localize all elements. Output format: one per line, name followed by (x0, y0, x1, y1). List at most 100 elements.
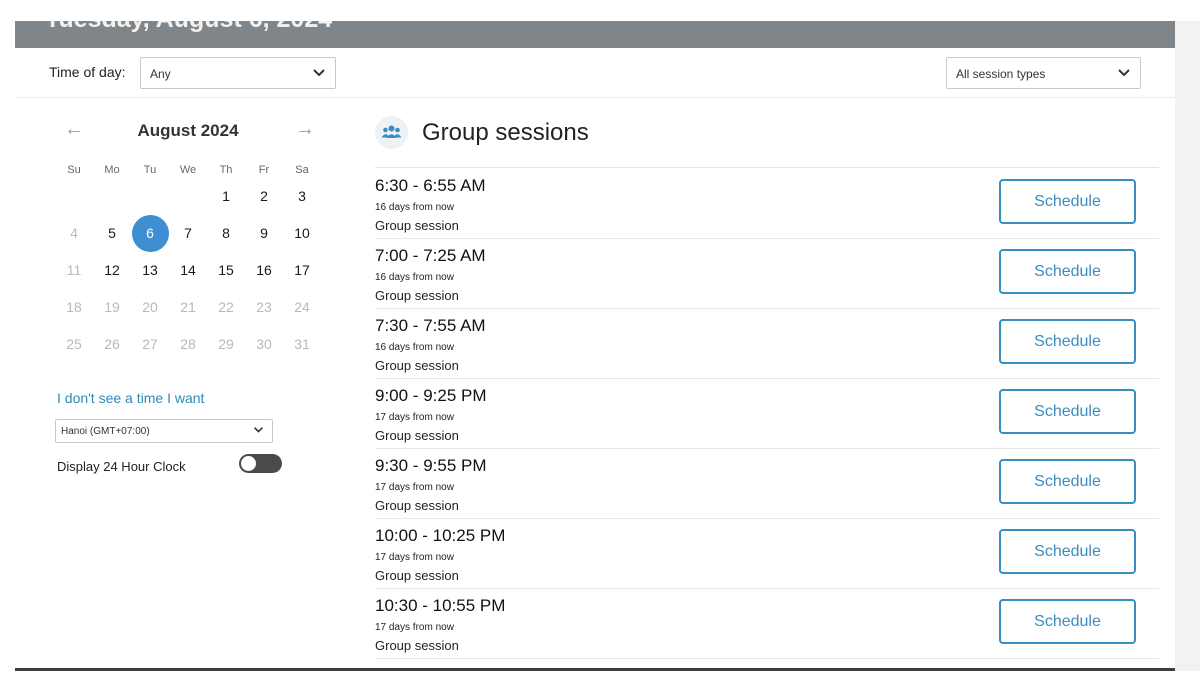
calendar-day[interactable]: 16 (245, 252, 283, 289)
slot-time: 9:00 - 9:25 PM (375, 386, 487, 405)
time-of-day-label: Time of day: (49, 64, 126, 80)
calendar-day[interactable]: 1 (207, 178, 245, 215)
calendar-day: 23 (256, 299, 272, 315)
sessions-header: Group sessions (375, 116, 1159, 168)
slot-time: 7:00 - 7:25 AM (375, 246, 486, 265)
slot-session-type: Group session (375, 568, 459, 583)
toggle-knob (241, 456, 256, 471)
slot-relative-date: 16 days from now (375, 202, 454, 213)
calendar-day[interactable]: 17 (283, 252, 321, 289)
schedule-button[interactable]: Schedule (999, 179, 1136, 224)
time-of-day-value: Any (150, 67, 171, 81)
calendar-day[interactable]: 15 (207, 252, 245, 289)
calendar-day[interactable]: 13 (131, 252, 169, 289)
arrow-right-icon[interactable]: → (295, 118, 315, 141)
bottom-gap (0, 671, 1200, 682)
calendar-day[interactable]: 8 (207, 215, 245, 252)
calendar-day[interactable]: 10 (283, 215, 321, 252)
slot-session-type: Group session (375, 638, 459, 653)
calendar-day[interactable]: 12 (93, 252, 131, 289)
chevron-down-icon (313, 69, 325, 77)
slot-relative-date: 16 days from now (375, 272, 454, 283)
slot-session-type: Group session (375, 358, 459, 373)
calendar-day[interactable]: 9 (245, 215, 283, 252)
calendar-day: 22 (218, 299, 234, 315)
slot-session-type: Group session (375, 288, 459, 303)
date-header-title: Tuesday, August 6, 2024 (45, 21, 332, 34)
calendar: ← August 2024 → Su Mo Tu We Th Fr Sa 1 2 3 4 5 6 7 8 9 1… (50, 116, 320, 352)
calendar-day: 20 (142, 299, 158, 315)
no-time-link[interactable]: I don't see a time I want (57, 390, 204, 406)
calendar-day: 28 (180, 336, 196, 352)
slot-relative-date: 17 days from now (375, 482, 454, 493)
calendar-header: ← August 2024 → (50, 116, 320, 146)
date-header: Tuesday, August 6, 2024 (15, 21, 1175, 48)
slot-relative-date: 17 days from now (375, 622, 454, 633)
weekday-label: Su (67, 164, 81, 176)
session-slot: 9:00 - 9:25 PM 17 days from now Group sess… (375, 379, 1159, 449)
weekday-label: Tu (143, 164, 157, 176)
calendar-day: 31 (294, 336, 310, 352)
booking-panel: Time of day: Any All session types ← Aug… (15, 48, 1175, 668)
calendar-day: 25 (66, 336, 82, 352)
session-slot: 10:00 - 10:25 PM 17 days from now Group se… (375, 519, 1159, 589)
slot-time: 9:30 - 9:55 PM (375, 456, 487, 475)
slot-time: 10:30 - 10:55 PM (375, 596, 506, 615)
sessions-title: Group sessions (422, 119, 589, 146)
chevron-down-icon (254, 427, 263, 433)
calendar-day: 18 (66, 299, 82, 315)
filter-bar: Time of day: Any All session types (15, 48, 1175, 98)
calendar-day: 19 (104, 299, 120, 315)
schedule-button[interactable]: Schedule (999, 319, 1136, 364)
clock-24h-toggle[interactable] (239, 454, 282, 473)
session-types-value: All session types (956, 67, 1046, 81)
calendar-day[interactable]: 7 (169, 215, 207, 252)
schedule-button[interactable]: Schedule (999, 529, 1136, 574)
top-gap (0, 0, 1200, 21)
selected-day-circle: 6 (131, 215, 169, 252)
calendar-day: 29 (218, 336, 234, 352)
session-slot: 9:30 - 9:55 PM 17 days from now Group sess… (375, 449, 1159, 519)
chevron-down-icon (1118, 69, 1130, 77)
timezone-select[interactable]: Hanoi (GMT+07:00) (55, 419, 273, 443)
weekday-label: Th (219, 164, 233, 176)
calendar-day: 24 (294, 299, 310, 315)
slot-session-type: Group session (375, 218, 459, 233)
calendar-day: 27 (142, 336, 158, 352)
weekday-label: We (179, 164, 197, 176)
schedule-button[interactable]: Schedule (999, 599, 1136, 644)
group-sessions: Group sessions 6:30 - 6:55 AM 16 days fro… (375, 116, 1159, 659)
schedule-button[interactable]: Schedule (999, 249, 1136, 294)
calendar-day: 26 (104, 336, 120, 352)
clock-24h-label: Display 24 Hour Clock (57, 459, 186, 474)
slot-time: 7:30 - 7:55 AM (375, 316, 486, 335)
slot-time: 10:00 - 10:25 PM (375, 526, 506, 545)
calendar-day[interactable]: 3 (283, 178, 321, 215)
calendar-day[interactable]: 14 (169, 252, 207, 289)
slot-session-type: Group session (375, 498, 459, 513)
calendar-day: 21 (180, 299, 196, 315)
calendar-day: 30 (256, 336, 272, 352)
session-types-select[interactable]: All session types (946, 57, 1141, 89)
calendar-day: 11 (66, 262, 82, 278)
calendar-day[interactable]: 5 (93, 215, 131, 252)
schedule-button[interactable]: Schedule (999, 459, 1136, 504)
page-scroll-strip (1175, 21, 1200, 682)
calendar-day: 4 (70, 225, 78, 241)
calendar-day-selected[interactable]: 6 (131, 215, 169, 252)
slot-relative-date: 17 days from now (375, 412, 454, 423)
calendar-day[interactable]: 2 (245, 178, 283, 215)
calendar-month-title: August 2024 (137, 121, 239, 140)
slot-relative-date: 16 days from now (375, 342, 454, 353)
slot-time: 6:30 - 6:55 AM (375, 176, 486, 195)
time-of-day-select[interactable]: Any (140, 57, 336, 89)
weekday-label: Sa (295, 164, 309, 176)
timezone-value: Hanoi (GMT+07:00) (61, 426, 150, 437)
schedule-button[interactable]: Schedule (999, 389, 1136, 434)
session-slot: 6:30 - 6:55 AM 16 days from now Group sess… (375, 169, 1159, 239)
group-icon (375, 116, 408, 149)
weekday-label: Fr (258, 164, 270, 176)
slot-relative-date: 17 days from now (375, 552, 454, 563)
session-slot: 7:30 - 7:55 AM 16 days from now Group sess… (375, 309, 1159, 379)
weekday-label: Mo (104, 164, 120, 176)
